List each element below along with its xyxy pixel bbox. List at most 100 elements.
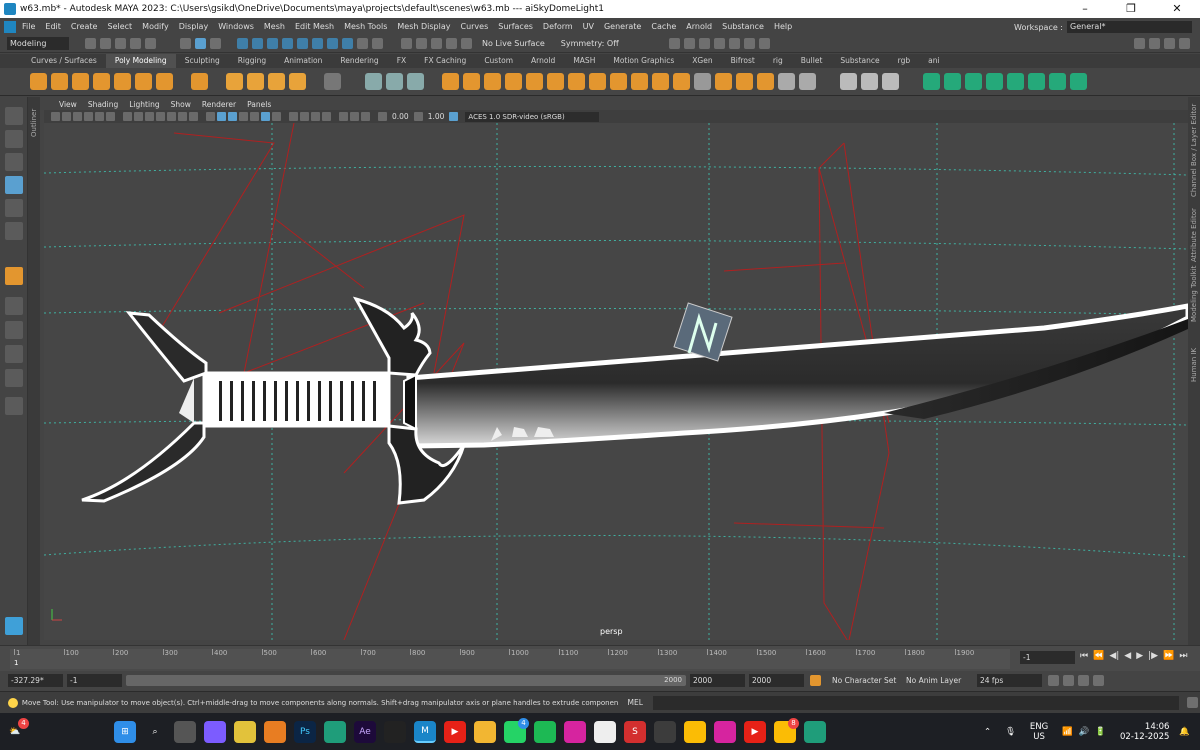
smooth-shade-icon[interactable]: [217, 112, 226, 121]
shelf-tab-curves-surfaces[interactable]: Curves / Surfaces: [22, 54, 106, 68]
select-tool-icon[interactable]: [5, 107, 23, 125]
menu-modify[interactable]: Modify: [142, 22, 169, 31]
microphone-icon[interactable]: 🎙: [1005, 727, 1016, 737]
save-scene-icon[interactable]: [115, 38, 126, 49]
svg-icon[interactable]: [289, 73, 306, 90]
snap-curve-icon[interactable]: [416, 38, 427, 49]
shelf-tab-bullet[interactable]: Bullet: [792, 54, 832, 68]
after-effects-icon[interactable]: Ae: [354, 720, 376, 743]
human-ik-tab[interactable]: Human IK: [1190, 348, 1198, 382]
youtube-app-icon[interactable]: ▶: [744, 720, 766, 743]
arnold-render-icon[interactable]: [743, 38, 755, 49]
step-forward-key-icon[interactable]: ⏩: [1163, 651, 1174, 661]
paint-select-tool-icon[interactable]: [5, 153, 23, 171]
fps-dropdown[interactable]: 24 fps: [977, 674, 1042, 687]
menu-display[interactable]: Display: [179, 22, 209, 31]
extract-icon[interactable]: [386, 73, 403, 90]
time-slider[interactable]: 1 100 200 300 400 500 600 700 800 900 1000 1100 1200…: [0, 645, 1200, 671]
volume-icon[interactable]: 🔊: [1079, 727, 1090, 737]
epic-icon[interactable]: [654, 720, 676, 743]
scale-tool-icon[interactable]: [5, 222, 23, 240]
wedge-icon[interactable]: [715, 73, 732, 90]
uv-cylindrical-icon[interactable]: [944, 73, 961, 90]
undo-icon[interactable]: [130, 38, 141, 49]
menu-mesh[interactable]: Mesh: [264, 22, 285, 31]
channel-box-tab[interactable]: Channel Box / Layer Editor: [1190, 104, 1198, 197]
paint-icon[interactable]: [882, 73, 899, 90]
edge-app-icon[interactable]: [804, 720, 826, 743]
language-indicator[interactable]: ENG US: [1030, 722, 1048, 742]
camera-attributes-icon[interactable]: [62, 112, 71, 121]
uv-cut-icon[interactable]: [1049, 73, 1066, 90]
panel-menu-renderer[interactable]: Renderer: [202, 99, 236, 110]
panel-menu-lighting[interactable]: Lighting: [129, 99, 159, 110]
uv-layout-icon[interactable]: [1028, 73, 1045, 90]
shelf-tab-animation[interactable]: Animation: [275, 54, 331, 68]
shadows-icon[interactable]: [272, 112, 281, 121]
poly-count-icon[interactable]: [365, 73, 382, 90]
instagram-app-icon[interactable]: [714, 720, 736, 743]
select-dynamic-icon[interactable]: [312, 38, 323, 49]
shelf-tab-rgb[interactable]: rgb: [889, 54, 919, 68]
chrome-icon[interactable]: [684, 720, 706, 743]
maximize-icon[interactable]: ❐: [1108, 0, 1154, 18]
target-weld-icon[interactable]: [568, 73, 585, 90]
task-view-icon[interactable]: [174, 720, 196, 743]
wireframe-on-shaded-icon[interactable]: [239, 112, 248, 121]
preferences-icon[interactable]: [1093, 675, 1104, 686]
screen-space-ao-icon[interactable]: [289, 112, 298, 121]
select-handle-icon[interactable]: [237, 38, 248, 49]
command-line-input[interactable]: [652, 695, 1180, 710]
bridge-icon[interactable]: [442, 73, 459, 90]
rotate-tool-icon[interactable]: [5, 199, 23, 217]
play-forward-icon[interactable]: ▶: [1136, 651, 1143, 661]
battery-icon[interactable]: 🔋: [1095, 727, 1106, 737]
film-gate-icon[interactable]: [134, 112, 143, 121]
range-start-value[interactable]: -327.29*: [8, 674, 63, 687]
snap-live-icon[interactable]: [461, 38, 472, 49]
hypershade-icon[interactable]: [728, 38, 740, 49]
magnifier-icon[interactable]: [5, 397, 23, 415]
live-surface-label[interactable]: No Live Surface: [482, 39, 545, 48]
collapse-icon[interactable]: [757, 73, 774, 90]
single-perspective-layout-icon[interactable]: [5, 297, 23, 315]
playback-end-field[interactable]: 2000: [690, 674, 745, 687]
menu-select[interactable]: Select: [107, 22, 132, 31]
current-frame-field[interactable]: -1: [1020, 651, 1075, 664]
render-view-icon[interactable]: [668, 38, 680, 49]
ipr-render-icon[interactable]: [698, 38, 710, 49]
lasso-tool-icon[interactable]: [5, 130, 23, 148]
depth-of-field-icon[interactable]: [322, 112, 331, 121]
menu-arnold[interactable]: Arnold: [686, 22, 712, 31]
poly-cone-icon[interactable]: [93, 73, 110, 90]
shelf-tab-substance[interactable]: Substance: [831, 54, 888, 68]
viewport-persp[interactable]: persp: [44, 123, 1188, 640]
multi-cut-icon[interactable]: [547, 73, 564, 90]
exposure-field[interactable]: 0.00: [392, 112, 409, 121]
color-management-icon[interactable]: [449, 112, 459, 121]
panel-menu-show[interactable]: Show: [171, 99, 191, 110]
new-scene-icon[interactable]: [85, 38, 96, 49]
smooth-icon[interactable]: [407, 73, 424, 90]
safe-action-icon[interactable]: [178, 112, 187, 121]
render-frame-icon[interactable]: [683, 38, 695, 49]
wireframe-icon[interactable]: [206, 112, 215, 121]
menu-set-dropdown[interactable]: Modeling: [7, 37, 69, 50]
uv-unfold-icon[interactable]: [1007, 73, 1024, 90]
bevel-icon[interactable]: [484, 73, 501, 90]
gamma-field[interactable]: 1.00: [428, 112, 445, 121]
four-view-layout-icon[interactable]: [5, 321, 23, 339]
gate-mask-icon[interactable]: [156, 112, 165, 121]
two-d-pan-icon[interactable]: [95, 112, 104, 121]
circularize-icon[interactable]: [736, 73, 753, 90]
clock[interactable]: 14:06 02-12-2025: [1120, 722, 1169, 742]
windows-start-icon[interactable]: ⊞: [114, 720, 136, 743]
xray-icon[interactable]: [350, 112, 359, 121]
shelf-tab-rendering[interactable]: Rendering: [331, 54, 387, 68]
tool-settings-icon[interactable]: [1164, 38, 1175, 49]
sculpt-icon[interactable]: [840, 73, 857, 90]
notification-icon[interactable]: 🔔: [1179, 727, 1190, 737]
shelf-tab-poly-modeling[interactable]: Poly Modeling: [105, 54, 176, 68]
attribute-editor-icon[interactable]: [1149, 38, 1160, 49]
poly-sphere-icon[interactable]: [30, 73, 47, 90]
